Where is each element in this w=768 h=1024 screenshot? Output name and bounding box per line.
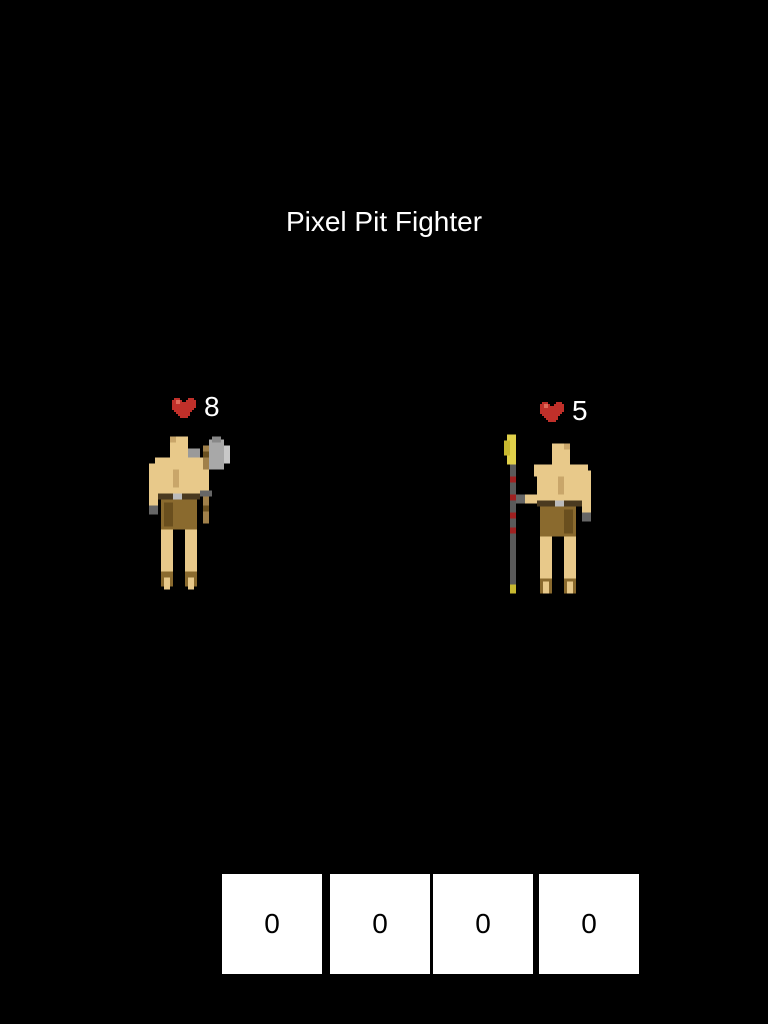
slot-4[interactable]: 0 [539, 874, 639, 974]
slot-3[interactable]: 0 [433, 874, 533, 974]
enemy-sprite [498, 434, 594, 594]
enemy-health: 5 [540, 396, 588, 426]
action-slots: 0 0 0 0 [0, 874, 768, 974]
player-health-value: 8 [204, 391, 220, 422]
slot-2[interactable]: 0 [330, 874, 430, 974]
player-health: 8 [172, 392, 220, 422]
player-sprite [146, 436, 272, 590]
enemy-health-value: 5 [572, 395, 588, 426]
spear-icon [504, 434, 516, 594]
heart-icon [540, 400, 564, 422]
game-title: Pixel Pit Fighter [285, 206, 483, 237]
slot-1[interactable]: 0 [222, 874, 322, 974]
heart-icon [172, 396, 196, 418]
